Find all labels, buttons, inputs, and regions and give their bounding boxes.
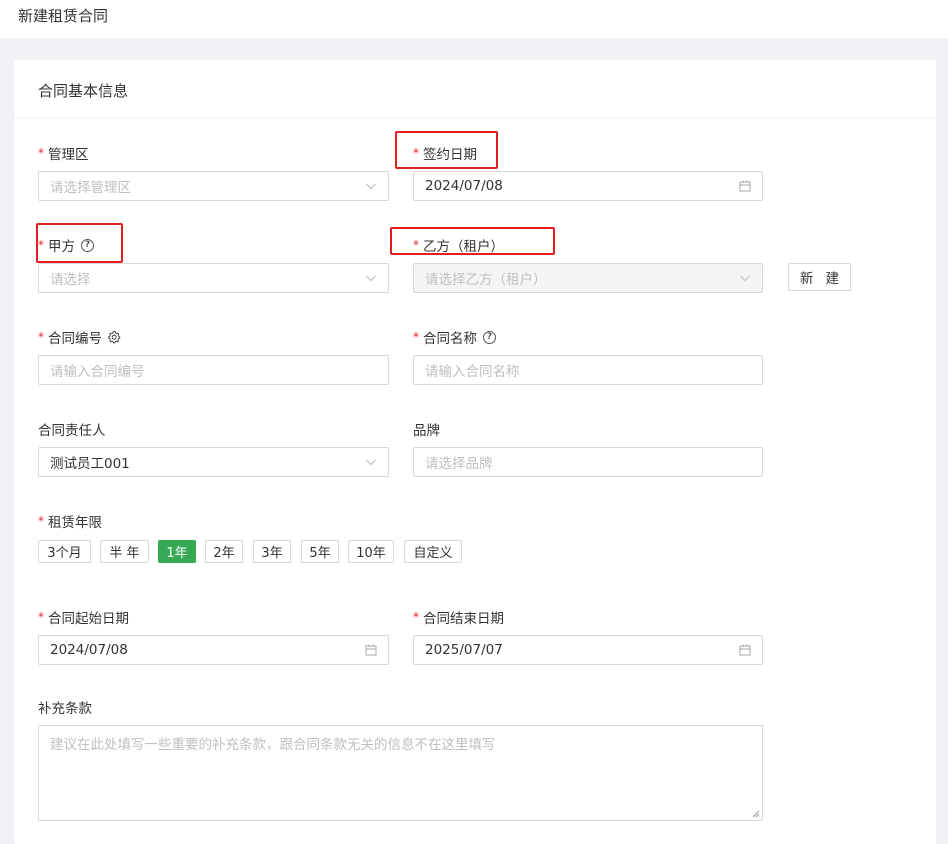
gear-icon[interactable]	[107, 330, 121, 344]
supplement-label-text: 补充条款	[38, 701, 92, 717]
management-area-select[interactable]: 请选择管理区	[38, 171, 389, 201]
calendar-icon	[365, 644, 377, 656]
term-option-1y[interactable]: 1年	[158, 540, 196, 563]
required-mark: *	[38, 238, 44, 252]
party-a-label: * 甲方 ?	[38, 235, 94, 255]
lease-term-label: * 租赁年限	[38, 511, 102, 531]
chevron-down-icon	[366, 183, 376, 190]
management-area-label-text: 管理区	[48, 147, 89, 163]
end-date-value: 2025/07/07	[425, 642, 503, 658]
contract-name-placeholder: 请输入合同名称	[425, 364, 520, 380]
supplement-label: 补充条款	[38, 697, 92, 717]
term-option-5y[interactable]: 5年	[301, 540, 339, 563]
required-mark: *	[413, 610, 419, 624]
page-title: 新建租赁合同	[18, 7, 109, 25]
start-date-label: * 合同起始日期	[38, 607, 129, 627]
brand-label-text: 品牌	[413, 423, 440, 439]
contract-no-placeholder: 请输入合同编号	[50, 364, 145, 380]
term-option-3y[interactable]: 3年	[253, 540, 291, 563]
end-date-label: * 合同结束日期	[413, 607, 504, 627]
owner-label-text: 合同责任人	[38, 423, 106, 439]
term-option-3m[interactable]: 3个月	[38, 540, 91, 563]
party-b-select[interactable]: 请选择乙方（租户）	[413, 263, 763, 293]
party-b-label: * 乙方（租户）	[413, 235, 504, 255]
owner-value: 测试员工001	[50, 456, 130, 472]
party-b-label-text: 乙方（租户）	[423, 239, 504, 255]
contract-no-label: * 合同编号	[38, 327, 121, 347]
brand-placeholder: 请选择品牌	[425, 456, 493, 472]
start-date-value: 2024/07/08	[50, 642, 128, 658]
party-b-placeholder: 请选择乙方（租户）	[425, 272, 547, 288]
term-option-half-year[interactable]: 半 年	[100, 540, 149, 563]
start-date-picker[interactable]: 2024/07/08	[38, 635, 389, 665]
chevron-down-icon	[366, 275, 376, 282]
sign-date-label-text: 签约日期	[423, 147, 477, 163]
card-header: 合同基本信息	[14, 60, 936, 118]
management-area-placeholder: 请选择管理区	[50, 180, 131, 196]
sign-date-picker[interactable]: 2024/07/08	[413, 171, 763, 201]
contract-no-label-text: 合同编号	[48, 331, 102, 347]
calendar-icon	[739, 180, 751, 192]
calendar-icon	[739, 644, 751, 656]
resize-handle-icon[interactable]	[752, 810, 760, 818]
contract-name-label: * 合同名称 ?	[413, 327, 496, 347]
question-circle-icon[interactable]: ?	[483, 330, 496, 344]
party-a-placeholder: 请选择	[50, 272, 91, 288]
contract-no-input[interactable]: 请输入合同编号	[38, 355, 389, 385]
chevron-down-icon	[366, 459, 376, 466]
sign-date-label: * 签约日期	[413, 143, 477, 163]
new-tenant-button[interactable]: 新 建	[788, 263, 851, 291]
term-option-2y[interactable]: 2年	[205, 540, 243, 563]
term-option-custom[interactable]: 自定义	[404, 540, 462, 563]
contract-name-label-text: 合同名称	[423, 331, 477, 347]
supplement-textarea[interactable]: 建议在此处填写一些重要的补充条款，跟合同条款无关的信息不在这里填写	[38, 725, 763, 821]
end-date-picker[interactable]: 2025/07/07	[413, 635, 763, 665]
brand-label: 品牌	[413, 419, 440, 439]
start-date-label-text: 合同起始日期	[48, 611, 129, 627]
required-mark: *	[413, 238, 419, 252]
page-header: 新建租赁合同	[0, 0, 948, 38]
lease-term-label-text: 租赁年限	[48, 515, 102, 531]
supplement-placeholder: 建议在此处填写一些重要的补充条款，跟合同条款无关的信息不在这里填写	[50, 737, 496, 753]
question-circle-icon[interactable]: ?	[81, 238, 94, 252]
end-date-label-text: 合同结束日期	[423, 611, 504, 627]
owner-label: 合同责任人	[38, 419, 106, 439]
required-mark: *	[38, 514, 44, 528]
contract-name-input[interactable]: 请输入合同名称	[413, 355, 763, 385]
owner-select[interactable]: 测试员工001	[38, 447, 389, 477]
term-option-10y[interactable]: 10年	[348, 540, 394, 563]
required-mark: *	[38, 146, 44, 160]
sign-date-value: 2024/07/08	[425, 178, 503, 194]
required-mark: *	[413, 146, 419, 160]
management-area-label: * 管理区	[38, 143, 89, 163]
chevron-down-icon	[740, 275, 750, 282]
party-a-label-text: 甲方	[48, 239, 75, 255]
brand-select[interactable]: 请选择品牌	[413, 447, 763, 477]
required-mark: *	[413, 330, 419, 344]
party-a-select[interactable]: 请选择	[38, 263, 389, 293]
section-title: 合同基本信息	[38, 82, 129, 100]
required-mark: *	[38, 330, 44, 344]
required-mark: *	[38, 610, 44, 624]
